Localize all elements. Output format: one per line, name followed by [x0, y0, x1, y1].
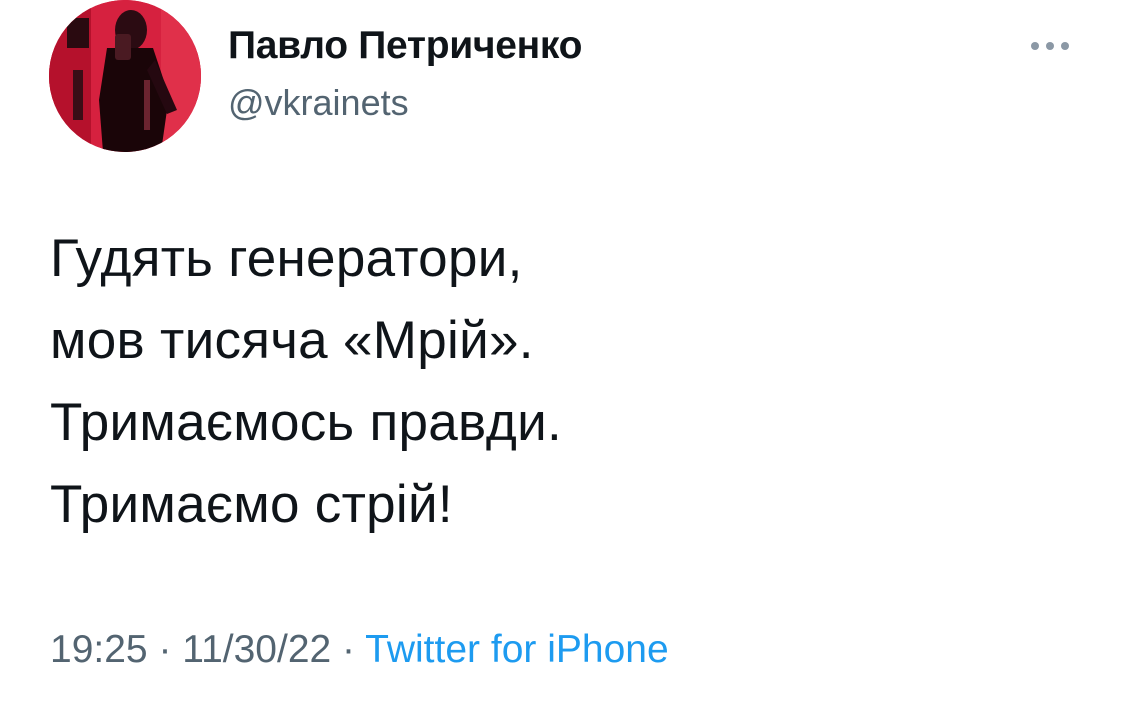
tweet-date[interactable]: 11/30/22 — [182, 628, 331, 671]
tweet-text-line: Гудять генератори, — [50, 229, 523, 288]
tweet-text: Гудять генератори, мов тисяча «Мрій». Тр… — [50, 218, 1090, 546]
ellipsis-icon — [1031, 42, 1069, 50]
tweet-card: Павло Петриченко @vkrainets Гудять генер… — [0, 0, 1125, 701]
tweet-source-link[interactable]: Twitter for iPhone — [365, 628, 668, 671]
tweet-text-line: мов тисяча «Мрій». — [50, 311, 534, 370]
tweet-text-line: Тримаємо стрій! — [50, 475, 453, 534]
more-options-button[interactable] — [1020, 30, 1080, 62]
author-display-name[interactable]: Павло Петриченко — [228, 24, 582, 68]
avatar[interactable] — [49, 0, 201, 152]
tweet-metadata: 19:25 · 11/30/22 · Twitter for iPhone — [50, 628, 669, 672]
profile-photo-icon — [49, 0, 201, 152]
author-handle[interactable]: @vkrainets — [228, 82, 409, 124]
tweet-time[interactable]: 19:25 — [50, 628, 148, 671]
tweet-text-line: Тримаємось правди. — [50, 393, 563, 452]
meta-separator: · — [331, 628, 366, 671]
meta-separator: · — [147, 628, 183, 671]
